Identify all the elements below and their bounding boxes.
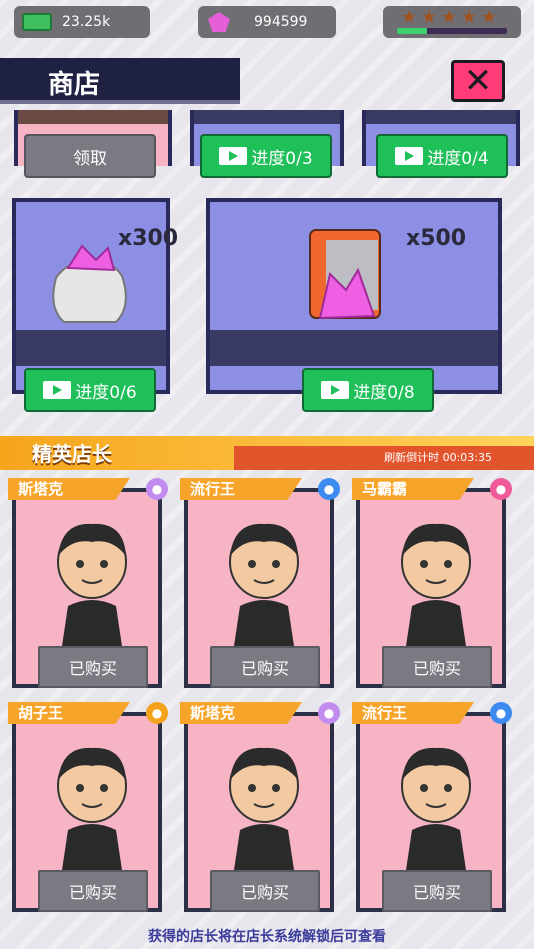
gem-icon <box>208 12 230 32</box>
watch-ad-button[interactable]: 进度0/6 <box>24 368 156 412</box>
gem-value: 994599 <box>254 14 308 30</box>
progress-label: 进度0/3 <box>251 148 313 169</box>
purchased-button[interactable]: 已购买 <box>38 870 148 912</box>
manager-portrait <box>401 747 471 870</box>
section-title: 精英店长 <box>32 442 112 466</box>
manager-name: 流行王 <box>180 478 302 500</box>
progress-label: 进度0/6 <box>75 382 137 403</box>
manager-portrait <box>401 523 471 646</box>
cash-counter[interactable]: 23.25k <box>14 6 150 38</box>
controller-icon: ● <box>318 478 340 500</box>
purchased-button[interactable]: 已购买 <box>210 870 320 912</box>
purchased-label: 已购买 <box>412 883 461 902</box>
manager-card[interactable]: 斯塔克 ● 已购买 <box>180 702 340 912</box>
manager-portrait <box>229 523 299 646</box>
star-icon: ★ <box>460 7 478 28</box>
manager-card[interactable]: 马霸霸 ● 已购买 <box>352 478 512 688</box>
video-icon <box>219 147 248 165</box>
manager-card[interactable]: 流行王 ● 已购买 <box>180 478 340 688</box>
controller-icon: ● <box>490 702 512 724</box>
card-shelf <box>16 330 166 366</box>
manager-card[interactable]: 流行王 ● 已购买 <box>352 702 512 912</box>
watch-ad-button[interactable]: 进度0/4 <box>376 134 508 178</box>
shop-title-band: 商店 <box>0 58 240 104</box>
gem-safe-icon <box>309 229 381 320</box>
star-icon: ★ <box>400 7 418 28</box>
manager-name: 胡子王 <box>8 702 130 724</box>
level-progress-bar <box>397 28 507 34</box>
close-button[interactable]: ✕ <box>451 60 505 102</box>
purchased-button[interactable]: 已购买 <box>382 870 492 912</box>
manager-card[interactable]: 胡子王 ● 已购买 <box>8 702 168 912</box>
manager-portrait <box>229 747 299 870</box>
gem-offer-card[interactable]: x300 <box>12 198 178 394</box>
watch-ad-button[interactable]: 进度0/8 <box>302 368 434 412</box>
manager-portrait <box>57 747 127 870</box>
progress-label: 进度0/8 <box>353 382 415 403</box>
offer-quantity: x500 <box>406 226 467 251</box>
bag-icon: ● <box>318 702 340 724</box>
video-icon <box>43 381 72 399</box>
refresh-text: 刷新倒计时 00:03:35 <box>384 451 492 464</box>
purchased-button[interactable]: 已购买 <box>382 646 492 688</box>
rating-panel[interactable]: ★ ★ ★ ★ ★ <box>383 6 521 38</box>
purchased-label: 已购买 <box>240 883 289 902</box>
cash-value: 23.25k <box>62 14 111 30</box>
cash-icon <box>22 13 52 31</box>
key-icon: ● <box>146 702 168 724</box>
purchased-button[interactable]: 已购买 <box>210 646 320 688</box>
manager-name: 斯塔克 <box>180 702 302 724</box>
manager-name: 斯塔克 <box>8 478 130 500</box>
shirt-icon: ● <box>490 478 512 500</box>
page-title: 商店 <box>48 70 101 100</box>
purchased-button[interactable]: 已购买 <box>38 646 148 688</box>
close-icon: ✕ <box>463 61 493 101</box>
bag-icon: ● <box>146 478 168 500</box>
star-icon: ★ <box>420 7 438 28</box>
purchased-label: 已购买 <box>240 659 289 678</box>
claim-label: 领取 <box>73 148 107 169</box>
video-icon <box>395 147 424 165</box>
star-icon: ★ <box>480 7 498 28</box>
video-icon <box>321 381 350 399</box>
gem-counter[interactable]: 994599 <box>198 6 336 38</box>
footer-note: 获得的店长将在店长系统解锁后可查看 <box>148 929 386 945</box>
purchased-label: 已购买 <box>68 659 117 678</box>
purchased-label: 已购买 <box>68 883 117 902</box>
offer-quantity: x300 <box>118 226 179 251</box>
claim-button[interactable]: 领取 <box>24 134 156 178</box>
purchased-label: 已购买 <box>412 659 461 678</box>
progress-label: 进度0/4 <box>427 148 489 169</box>
manager-card[interactable]: 斯塔克 ● 已购买 <box>8 478 168 688</box>
gem-offer-card[interactable]: x500 <box>206 198 502 394</box>
level-progress-fill <box>397 28 427 34</box>
star-icon: ★ <box>440 7 458 28</box>
gem-bag-icon <box>52 244 127 323</box>
watch-ad-button[interactable]: 进度0/3 <box>200 134 332 178</box>
card-shelf <box>210 330 498 366</box>
manager-name: 流行王 <box>352 702 474 724</box>
elite-managers-header: 精英店长 刷新倒计时 00:03:35 <box>0 436 534 470</box>
manager-portrait <box>57 523 127 646</box>
manager-name: 马霸霸 <box>352 478 474 500</box>
refresh-countdown: 刷新倒计时 00:03:35 <box>234 446 534 470</box>
